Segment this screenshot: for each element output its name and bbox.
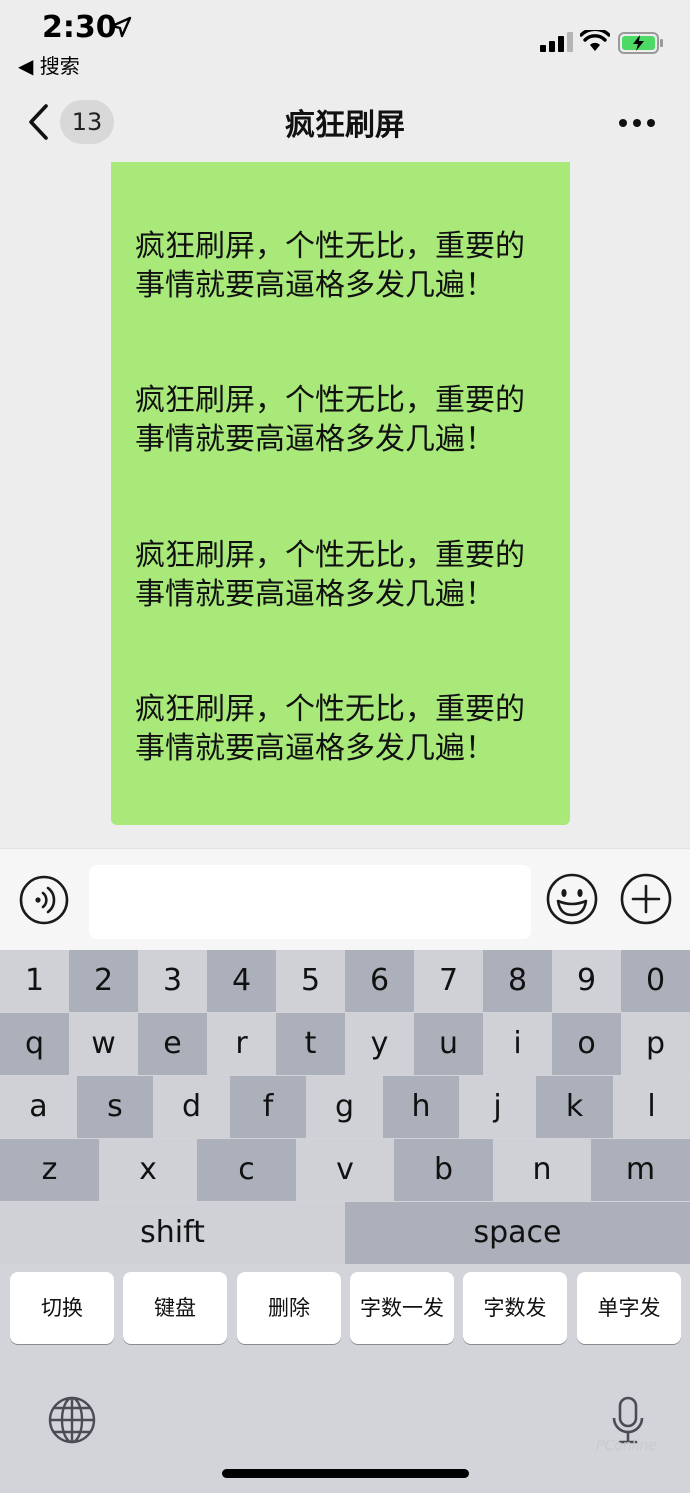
status-time: 2:30: [42, 10, 117, 45]
keyboard-button[interactable]: 键盘: [123, 1272, 227, 1344]
key[interactable]: p: [621, 1013, 690, 1075]
keyboard-row-qwerty: q w e r t y u i o p: [0, 1013, 690, 1075]
chat-area: 疯狂刷屏，个性无比，重要的 事情就要高逼格多发几遍！ 疯狂刷屏，个性无比，重要的…: [0, 162, 690, 848]
voice-input-icon[interactable]: [19, 875, 69, 925]
key[interactable]: w: [69, 1013, 138, 1075]
battery-charging-icon: [618, 32, 663, 54]
key[interactable]: e: [138, 1013, 207, 1075]
key[interactable]: k: [536, 1076, 613, 1138]
key[interactable]: x: [99, 1139, 197, 1201]
keyboard-row-zxcv: z x c v b n m: [0, 1139, 690, 1201]
key[interactable]: a: [0, 1076, 77, 1138]
key[interactable]: u: [414, 1013, 483, 1075]
key[interactable]: o: [552, 1013, 621, 1075]
delete-button[interactable]: 删除: [237, 1272, 341, 1344]
count-one-send-button[interactable]: 字数一发: [350, 1272, 454, 1344]
space-key[interactable]: space: [345, 1202, 690, 1264]
key[interactable]: z: [0, 1139, 99, 1201]
globe-icon[interactable]: [48, 1396, 96, 1444]
message-line: 事情就要高逼格多发几遍！: [135, 268, 495, 303]
key[interactable]: m: [591, 1139, 690, 1201]
key[interactable]: j: [459, 1076, 536, 1138]
key[interactable]: c: [197, 1139, 296, 1201]
single-char-send-button[interactable]: 单字发: [577, 1272, 681, 1344]
back-to-app-link[interactable]: ◀ 搜索: [18, 50, 80, 79]
key[interactable]: i: [483, 1013, 552, 1075]
status-bar: 2:30 ◀ 搜索: [0, 0, 690, 80]
key[interactable]: l: [613, 1076, 690, 1138]
key[interactable]: 9: [552, 950, 621, 1012]
keyboard: 1 2 3 4 5 6 7 8 9 0 q w e r t y u i o p …: [0, 950, 690, 1493]
home-indicator[interactable]: [222, 1469, 469, 1478]
message-bubble[interactable]: 疯狂刷屏，个性无比，重要的 事情就要高逼格多发几遍！ 疯狂刷屏，个性无比，重要的…: [111, 162, 570, 825]
shift-key[interactable]: shift: [0, 1202, 345, 1264]
keyboard-row-bottom: shift space: [0, 1202, 690, 1264]
key[interactable]: d: [153, 1076, 230, 1138]
keyboard-row-numbers: 1 2 3 4 5 6 7 8 9 0: [0, 950, 690, 1012]
key[interactable]: v: [296, 1139, 394, 1201]
message-line: 事情就要高逼格多发几遍！: [135, 577, 495, 612]
wifi-icon: [580, 30, 610, 51]
message-input-bar: [0, 848, 690, 951]
key[interactable]: r: [207, 1013, 276, 1075]
count-send-button[interactable]: 字数发: [463, 1272, 567, 1344]
location-arrow-icon: [110, 16, 132, 38]
key[interactable]: 4: [207, 950, 276, 1012]
message-line: 事情就要高逼格多发几遍！: [135, 731, 495, 766]
chat-title: 疯狂刷屏: [285, 108, 405, 143]
key[interactable]: g: [306, 1076, 383, 1138]
key[interactable]: t: [276, 1013, 345, 1075]
message-line: 疯狂刷屏，个性无比，重要的: [135, 383, 525, 418]
key[interactable]: 8: [483, 950, 552, 1012]
key[interactable]: h: [383, 1076, 459, 1138]
message-line: 事情就要高逼格多发几遍！: [135, 422, 495, 457]
key[interactable]: 7: [414, 950, 483, 1012]
key[interactable]: b: [394, 1139, 493, 1201]
keyboard-row-asdf: a s d f g h j k l: [0, 1076, 690, 1138]
key[interactable]: 0: [621, 950, 690, 1012]
switch-button[interactable]: 切换: [10, 1272, 114, 1344]
more-options-icon[interactable]: [618, 118, 656, 128]
key[interactable]: 3: [138, 950, 207, 1012]
key[interactable]: q: [0, 1013, 69, 1075]
emoji-icon[interactable]: [546, 873, 598, 925]
message-line: 疯狂刷屏，个性无比，重要的: [135, 692, 525, 727]
cellular-signal-icon: [540, 32, 573, 52]
key[interactable]: 1: [0, 950, 69, 1012]
watermark: PConline: [596, 1438, 657, 1454]
key[interactable]: s: [77, 1076, 153, 1138]
message-input[interactable]: [89, 865, 531, 939]
key[interactable]: f: [230, 1076, 306, 1138]
key[interactable]: y: [345, 1013, 414, 1075]
message-line: 疯狂刷屏，个性无比，重要的: [135, 538, 525, 573]
key[interactable]: n: [493, 1139, 591, 1201]
key[interactable]: 2: [69, 950, 138, 1012]
add-more-icon[interactable]: [620, 873, 672, 925]
key[interactable]: 6: [345, 950, 414, 1012]
message-line: 疯狂刷屏，个性无比，重要的: [135, 229, 525, 264]
key[interactable]: 5: [276, 950, 345, 1012]
chat-header: 13 疯狂刷屏: [0, 80, 690, 163]
